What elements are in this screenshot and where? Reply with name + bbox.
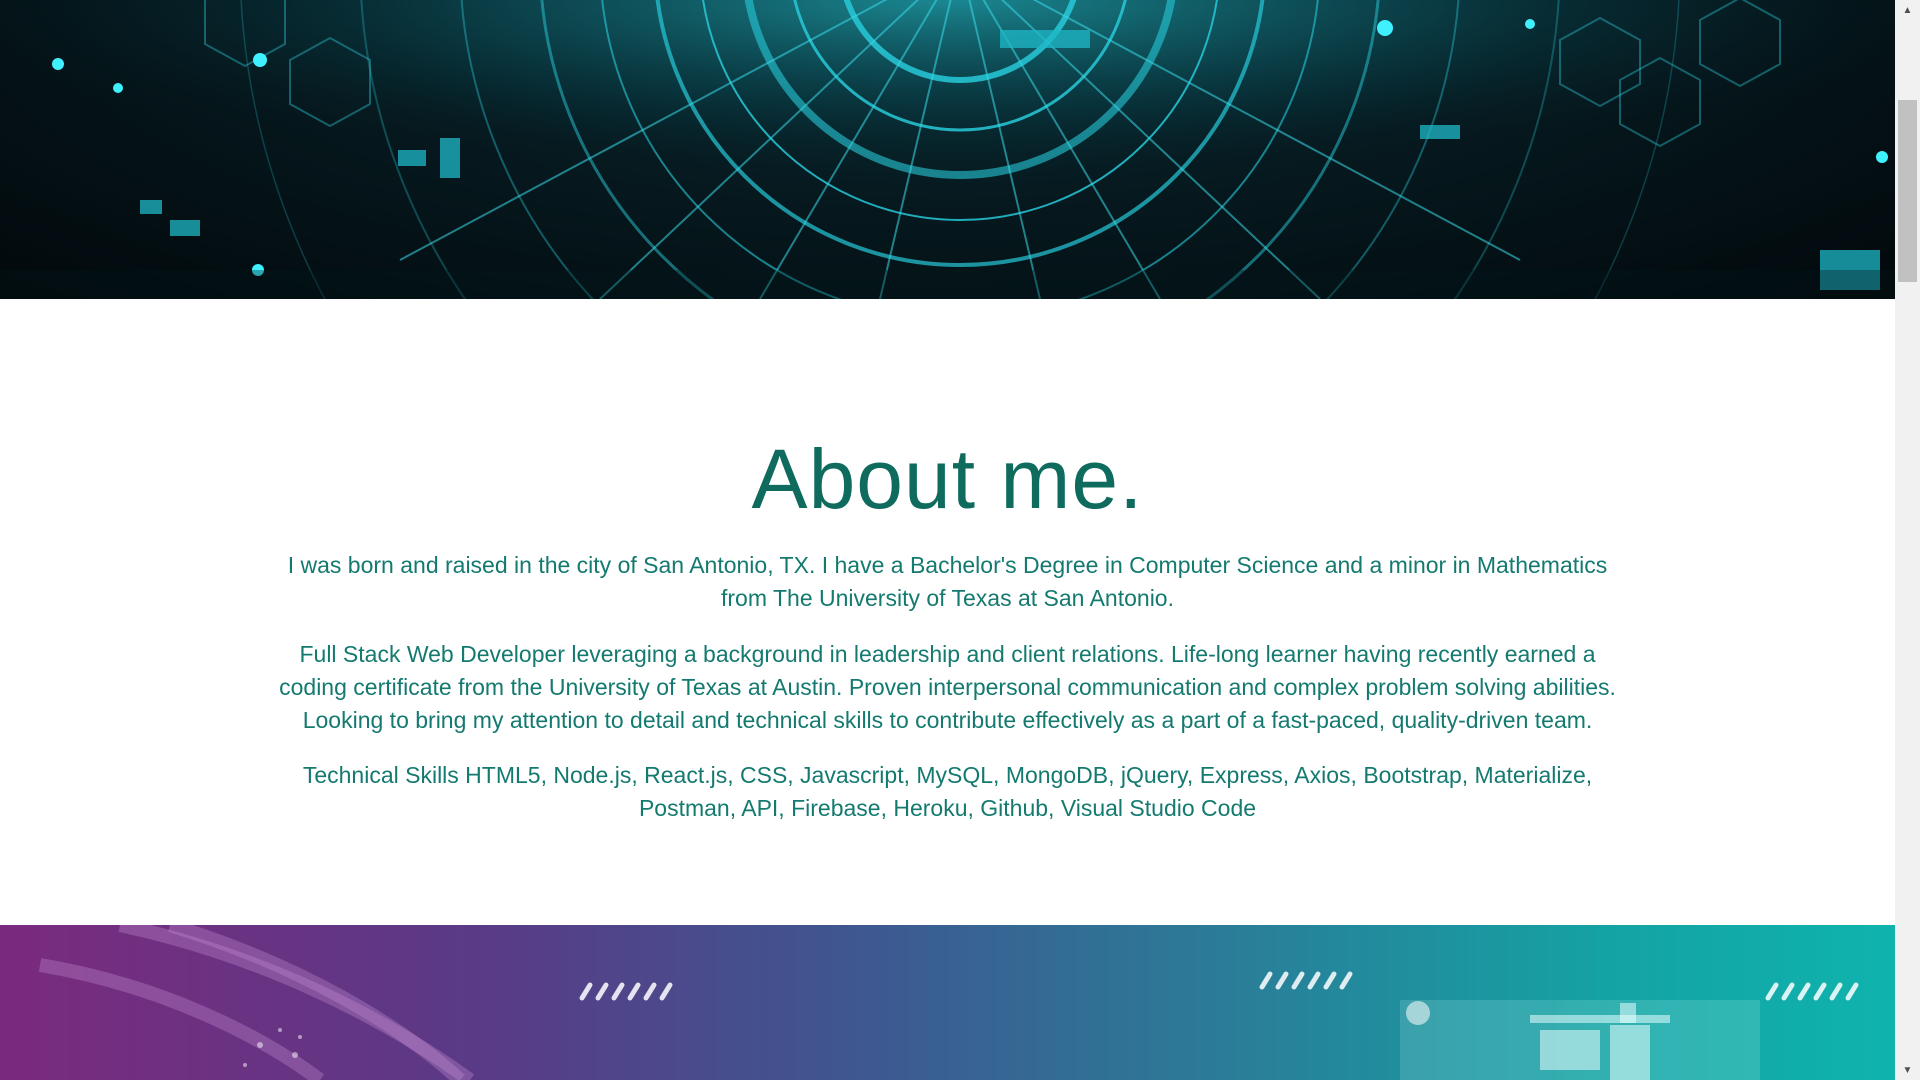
banner-decoration-graphic	[38, 925, 1859, 1080]
hero-circuit-graphic	[0, 0, 1895, 299]
scroll-up-icon[interactable]: ▲	[1895, 0, 1920, 20]
about-paragraph-background: I was born and raised in the city of San…	[287, 552, 1608, 611]
about-paragraph-skills: Technical Skills HTML5, Node.js, React.j…	[302, 762, 1593, 821]
projects-banner-image	[0, 925, 1895, 1080]
about-section: About me. I was born and raised in the c…	[0, 299, 1895, 925]
about-title: About me.	[751, 432, 1144, 526]
scroll-down-icon[interactable]: ▼	[1895, 1060, 1920, 1080]
page-viewport: About me. I was born and raised in the c…	[0, 0, 1895, 1080]
about-paragraph-summary: Full Stack Web Developer leveraging a ba…	[279, 641, 1616, 733]
vertical-scrollbar[interactable]: ▲ ▼	[1895, 0, 1920, 1080]
hero-tech-image	[0, 0, 1895, 299]
scrollbar-thumb[interactable]	[1898, 100, 1917, 282]
